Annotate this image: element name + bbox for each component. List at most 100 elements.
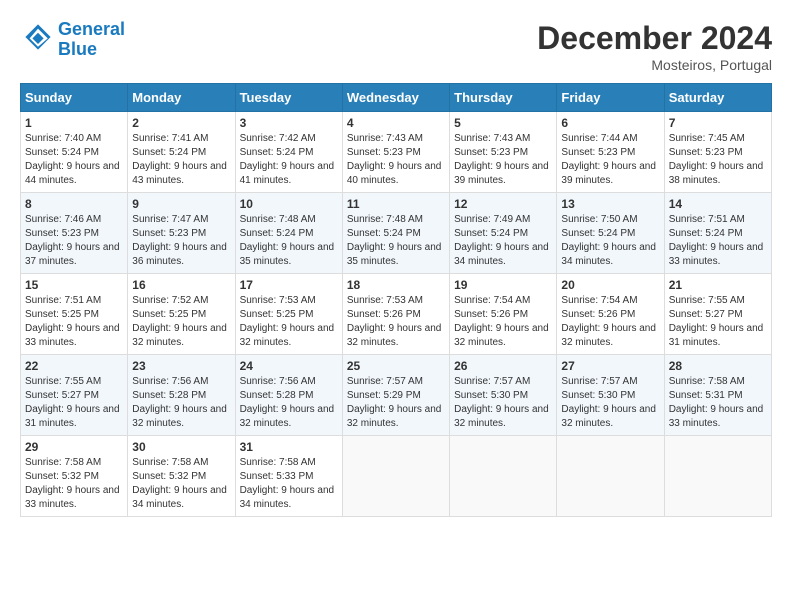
day-number: 23: [132, 359, 230, 373]
calendar-cell: 10Sunrise: 7:48 AMSunset: 5:24 PMDayligh…: [235, 193, 342, 274]
sunrise-text: Sunrise: 7:53 AM: [240, 295, 316, 306]
calendar-cell: 3Sunrise: 7:42 AMSunset: 5:24 PMDaylight…: [235, 112, 342, 193]
day-number: 13: [561, 197, 659, 211]
weekday-header-saturday: Saturday: [664, 84, 771, 112]
daylight-text: Daylight: 9 hours and 43 minutes.: [132, 161, 227, 186]
sunset-text: Sunset: 5:30 PM: [561, 390, 635, 401]
daylight-text: Daylight: 9 hours and 38 minutes.: [669, 161, 764, 186]
calendar-cell: 16Sunrise: 7:52 AMSunset: 5:25 PMDayligh…: [128, 274, 235, 355]
calendar-cell: 19Sunrise: 7:54 AMSunset: 5:26 PMDayligh…: [450, 274, 557, 355]
sunset-text: Sunset: 5:24 PM: [669, 228, 743, 239]
sunset-text: Sunset: 5:25 PM: [240, 309, 314, 320]
sunrise-text: Sunrise: 7:44 AM: [561, 133, 637, 144]
sunset-text: Sunset: 5:23 PM: [132, 228, 206, 239]
day-number: 9: [132, 197, 230, 211]
sunset-text: Sunset: 5:23 PM: [454, 147, 528, 158]
sunset-text: Sunset: 5:25 PM: [25, 309, 99, 320]
daylight-text: Daylight: 9 hours and 34 minutes.: [240, 485, 335, 510]
sunset-text: Sunset: 5:25 PM: [132, 309, 206, 320]
sunset-text: Sunset: 5:26 PM: [561, 309, 635, 320]
day-number: 15: [25, 278, 123, 292]
day-number: 20: [561, 278, 659, 292]
calendar-cell: 24Sunrise: 7:56 AMSunset: 5:28 PMDayligh…: [235, 355, 342, 436]
day-number: 11: [347, 197, 445, 211]
sunrise-text: Sunrise: 7:50 AM: [561, 214, 637, 225]
daylight-text: Daylight: 9 hours and 39 minutes.: [561, 161, 656, 186]
calendar-cell: 28Sunrise: 7:58 AMSunset: 5:31 PMDayligh…: [664, 355, 771, 436]
sunrise-text: Sunrise: 7:43 AM: [454, 133, 530, 144]
calendar-cell: 5Sunrise: 7:43 AMSunset: 5:23 PMDaylight…: [450, 112, 557, 193]
sunrise-text: Sunrise: 7:47 AM: [132, 214, 208, 225]
calendar-cell: 30Sunrise: 7:58 AMSunset: 5:32 PMDayligh…: [128, 436, 235, 517]
daylight-text: Daylight: 9 hours and 41 minutes.: [240, 161, 335, 186]
weekday-header-monday: Monday: [128, 84, 235, 112]
calendar-cell: [342, 436, 449, 517]
day-number: 29: [25, 440, 123, 454]
calendar-cell: 26Sunrise: 7:57 AMSunset: 5:30 PMDayligh…: [450, 355, 557, 436]
sunrise-text: Sunrise: 7:53 AM: [347, 295, 423, 306]
sunset-text: Sunset: 5:24 PM: [347, 228, 421, 239]
sunset-text: Sunset: 5:32 PM: [132, 471, 206, 482]
day-number: 14: [669, 197, 767, 211]
day-number: 6: [561, 116, 659, 130]
sunrise-text: Sunrise: 7:58 AM: [240, 457, 316, 468]
page-header: GeneralBlue December 2024 Mosteiros, Por…: [20, 20, 772, 73]
sunrise-text: Sunrise: 7:55 AM: [25, 376, 101, 387]
daylight-text: Daylight: 9 hours and 33 minutes.: [669, 404, 764, 429]
daylight-text: Daylight: 9 hours and 40 minutes.: [347, 161, 442, 186]
month-title: December 2024: [537, 20, 772, 57]
day-number: 25: [347, 359, 445, 373]
weekday-header-tuesday: Tuesday: [235, 84, 342, 112]
day-number: 27: [561, 359, 659, 373]
calendar-cell: 14Sunrise: 7:51 AMSunset: 5:24 PMDayligh…: [664, 193, 771, 274]
day-number: 7: [669, 116, 767, 130]
daylight-text: Daylight: 9 hours and 32 minutes.: [561, 323, 656, 348]
weekday-header-sunday: Sunday: [21, 84, 128, 112]
daylight-text: Daylight: 9 hours and 32 minutes.: [132, 323, 227, 348]
calendar-week-row: 29 Sunrise: 7:58 AM Sunset: 5:32 PM Dayligh…: [21, 436, 772, 517]
calendar-cell: 17Sunrise: 7:53 AMSunset: 5:25 PMDayligh…: [235, 274, 342, 355]
day-number: 10: [240, 197, 338, 211]
daylight-text: Daylight: 9 hours and 32 minutes.: [132, 404, 227, 429]
daylight-text: Daylight: 9 hours and 32 minutes.: [347, 404, 442, 429]
sunset-text: Sunset: 5:33 PM: [240, 471, 314, 482]
daylight-text: Daylight: 9 hours and 35 minutes.: [240, 242, 335, 267]
sunset-text: Sunset: 5:28 PM: [240, 390, 314, 401]
daylight-text: Daylight: 9 hours and 36 minutes.: [132, 242, 227, 267]
sunset-text: Sunset: 5:23 PM: [669, 147, 743, 158]
daylight-text: Daylight: 9 hours and 31 minutes.: [669, 323, 764, 348]
day-number: 12: [454, 197, 552, 211]
sunrise-text: Sunrise: 7:46 AM: [25, 214, 101, 225]
day-number: 26: [454, 359, 552, 373]
sunset-text: Sunset: 5:28 PM: [132, 390, 206, 401]
day-number: 31: [240, 440, 338, 454]
calendar-cell: 9 Sunrise: 7:47 AM Sunset: 5:23 PM Daylight…: [128, 193, 235, 274]
title-block: December 2024 Mosteiros, Portugal: [537, 20, 772, 73]
sunrise-text: Sunrise: 7:56 AM: [240, 376, 316, 387]
sunset-text: Sunset: 5:24 PM: [132, 147, 206, 158]
daylight-text: Daylight: 9 hours and 32 minutes.: [454, 323, 549, 348]
calendar-cell: 4Sunrise: 7:43 AMSunset: 5:23 PMDaylight…: [342, 112, 449, 193]
sunset-text: Sunset: 5:27 PM: [25, 390, 99, 401]
daylight-text: Daylight: 9 hours and 32 minutes.: [240, 404, 335, 429]
sunrise-text: Sunrise: 7:42 AM: [240, 133, 316, 144]
sunrise-text: Sunrise: 7:56 AM: [132, 376, 208, 387]
daylight-text: Daylight: 9 hours and 33 minutes.: [25, 323, 120, 348]
sunset-text: Sunset: 5:26 PM: [454, 309, 528, 320]
daylight-text: Daylight: 9 hours and 32 minutes.: [561, 404, 656, 429]
logo: GeneralBlue: [20, 20, 125, 60]
sunrise-text: Sunrise: 7:54 AM: [561, 295, 637, 306]
daylight-text: Daylight: 9 hours and 33 minutes.: [25, 485, 120, 510]
sunset-text: Sunset: 5:29 PM: [347, 390, 421, 401]
sunset-text: Sunset: 5:32 PM: [25, 471, 99, 482]
daylight-text: Daylight: 9 hours and 34 minutes.: [561, 242, 656, 267]
calendar-cell: 29Sunrise: 7:58 AMSunset: 5:32 PMDayligh…: [21, 436, 128, 517]
weekday-header-friday: Friday: [557, 84, 664, 112]
daylight-text: Daylight: 9 hours and 31 minutes.: [25, 404, 120, 429]
day-number: 5: [454, 116, 552, 130]
calendar-week-row: 1Sunrise: 7:40 AMSunset: 5:24 PMDaylight…: [21, 112, 772, 193]
sunset-text: Sunset: 5:30 PM: [454, 390, 528, 401]
sunrise-text: Sunrise: 7:49 AM: [454, 214, 530, 225]
daylight-text: Daylight: 9 hours and 32 minutes.: [240, 323, 335, 348]
sunrise-text: Sunrise: 7:54 AM: [454, 295, 530, 306]
